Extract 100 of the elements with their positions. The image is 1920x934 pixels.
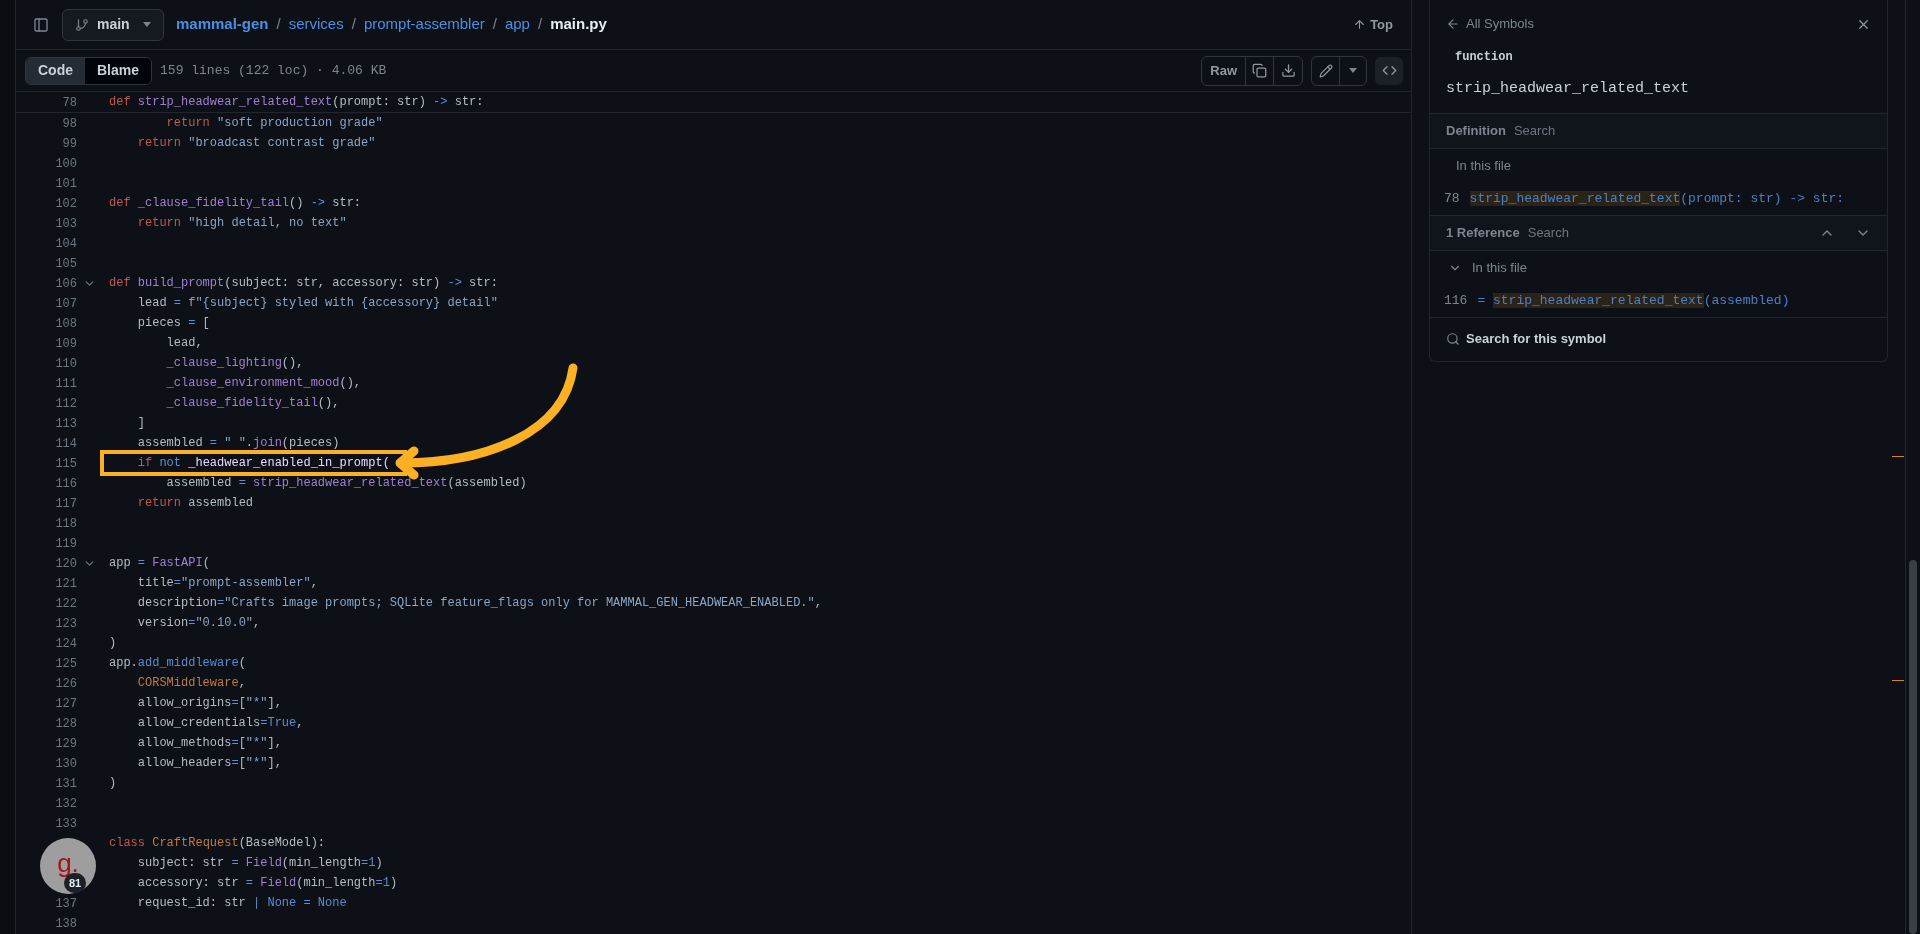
symbols-panel-button[interactable]: [1375, 56, 1403, 85]
code-line: version="0.10.0",: [136, 615, 261, 632]
caret-icon: [143, 22, 151, 27]
code-line: lead = f"{subject} styled with {accessory} detail": [136, 295, 498, 312]
download-icon: [1280, 63, 1296, 78]
code-line: ]: [136, 415, 145, 432]
line-number: 115: [55, 457, 77, 471]
code-line: allow_credentials=True,: [136, 715, 304, 732]
arrow-up-icon: [1353, 18, 1367, 31]
line-number: 110: [55, 357, 77, 371]
code-line: subject: str = Field(min_length=1): [136, 855, 383, 872]
code-line: request_id: str | None = None: [136, 895, 347, 912]
line-number: 125: [55, 657, 77, 671]
line-number: 129: [55, 737, 77, 751]
code-icon: [1381, 63, 1397, 78]
symbol-kind: function: [1455, 49, 1514, 66]
path-separator: /: [276, 14, 281, 35]
pencil-icon: [1318, 63, 1333, 78]
line-number: 102: [55, 197, 77, 211]
line-number: 137: [55, 897, 77, 911]
line-number: 100: [55, 157, 77, 171]
line-number: 138: [55, 917, 77, 931]
code-line: app = FastAPI(: [109, 555, 210, 572]
line-number: 114: [55, 437, 77, 451]
line-number: 133: [55, 817, 77, 831]
code-line: _clause_environment_mood(),: [165, 375, 362, 392]
code-line: allow_headers=["*"],: [136, 755, 282, 772]
breadcrumb-link[interactable]: mammal-gen: [176, 13, 269, 36]
code-line[interactable]: strip_headwear_related_text(prompt: str) -> str:: [1469, 188, 1845, 209]
code-line: return "broadcast contrast grade": [136, 135, 376, 152]
code-line: accessory: str = Field(min_length=1): [136, 875, 398, 892]
file-name: main.py: [550, 14, 607, 35]
section-title: Definition: [1446, 121, 1506, 140]
line-number: 126: [55, 677, 77, 691]
line-number: 108: [55, 317, 77, 331]
path-separator: /: [537, 14, 543, 35]
code-line: allow_methods=["*"],: [136, 735, 282, 752]
line-number: 117: [55, 497, 77, 511]
search-icon: [1446, 332, 1460, 346]
code-line: return "soft production grade": [165, 115, 383, 132]
breadcrumb-link[interactable]: services: [288, 13, 344, 36]
line-number: 121: [55, 577, 77, 591]
search-link[interactable]: Search: [1513, 120, 1556, 141]
code-line: title="prompt-assembler",: [136, 575, 318, 592]
line-number: 98: [62, 117, 77, 131]
code-line: pieces = [: [136, 315, 210, 332]
line-number: 122: [55, 597, 77, 611]
line-number: 123: [55, 617, 77, 631]
line-number: 103: [55, 217, 77, 231]
code-line: allow_origins=["*"],: [136, 695, 282, 712]
search-link[interactable]: Search: [1527, 222, 1569, 243]
code-line: class CraftRequest(BaseModel):: [109, 835, 326, 852]
code-line: lead,: [165, 335, 203, 352]
line-number: 112: [55, 397, 77, 411]
line-number: 104: [55, 237, 77, 251]
line-number: 99: [62, 137, 77, 151]
section-title: 1 Reference: [1446, 223, 1520, 242]
file-info: 159 lines (122 loc) · 4.06 KB: [160, 61, 387, 80]
scroll-marker: [1892, 680, 1904, 681]
code-line: ): [109, 635, 117, 652]
line-number: 101: [55, 177, 77, 191]
line-number: 124: [55, 637, 77, 651]
copy-icon: [1252, 63, 1267, 78]
scroll-marker: [1892, 456, 1904, 457]
view-tab[interactable]: Blame: [85, 57, 152, 84]
code-line: _clause_lighting(),: [165, 355, 304, 372]
code-line: return "high detail, no text": [136, 215, 347, 232]
breadcrumb-link[interactable]: prompt-assembler: [363, 13, 485, 36]
line-number: 109: [55, 337, 77, 351]
search-symbol-link[interactable]: Search for this symbol: [1446, 329, 1607, 349]
line-number: 107: [55, 297, 77, 311]
code-line: def _clause_fidelity_tail() -> str:: [109, 195, 362, 212]
code-line: assembled = strip_headwear_related_text(assembled): [165, 475, 527, 492]
code-line: ): [109, 775, 117, 792]
line-number: 120: [55, 557, 77, 571]
code-line: assembled = " ".join(pieces): [136, 435, 340, 452]
view-tab[interactable]: Code: [26, 57, 85, 84]
code-line: CORSMiddleware,: [136, 675, 246, 692]
back-link[interactable]: All Symbols: [1446, 14, 1534, 34]
line-number: 78: [1444, 189, 1460, 208]
line-number: 131: [55, 777, 77, 791]
line-number: 106: [55, 277, 77, 291]
line-number: 119: [55, 537, 77, 551]
code-line: def strip_headwear_related_text(prompt: str) -> str:: [109, 94, 484, 111]
line-number: 105: [55, 257, 77, 271]
line-number: 116: [1444, 291, 1468, 310]
branch-button[interactable]: main: [62, 8, 164, 41]
line-number: 127: [55, 697, 77, 711]
path-separator: /: [351, 14, 356, 35]
path-separator: /: [492, 14, 497, 35]
scrollbar-thumb[interactable]: [1909, 560, 1917, 934]
code-line: def build_prompt(subject: str, accessory: str) -> str:: [109, 275, 498, 292]
code-line: app.add_middleware(: [109, 655, 246, 672]
sidebar-toggle-icon[interactable]: [33, 16, 49, 33]
code-line: description="Crafts image prompts; SQLite feature_flags only for MAMMAL_GEN_HEADWEAR_ENABLED.",: [136, 595, 822, 612]
line-number: 128: [55, 717, 77, 731]
group-label: In this file: [1472, 258, 1527, 277]
breadcrumb-link[interactable]: app: [504, 13, 530, 36]
group-label: In this file: [1455, 156, 1511, 175]
top-link[interactable]: Top: [1353, 14, 1393, 35]
